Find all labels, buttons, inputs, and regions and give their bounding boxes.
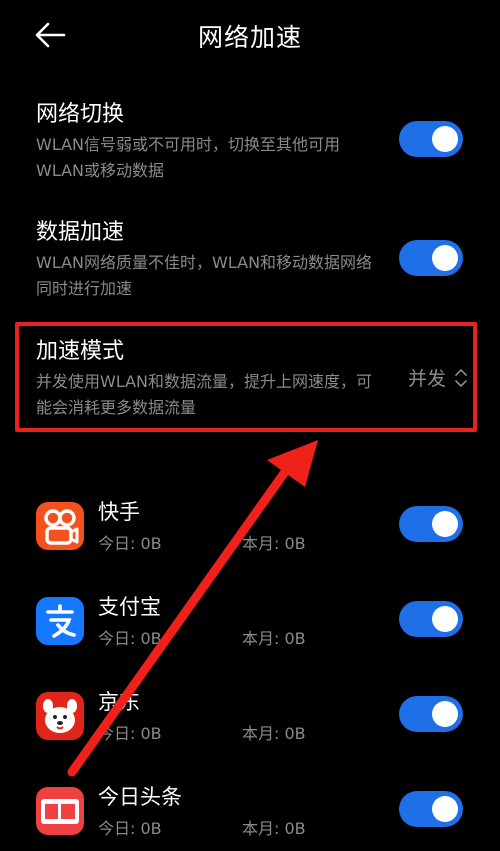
- setting-title: 网络切换: [36, 102, 125, 127]
- alipay-toggle[interactable]: [399, 601, 463, 637]
- network-switch-toggle[interactable]: [399, 121, 463, 157]
- acceleration-mode-selector[interactable]: 并发: [408, 364, 468, 391]
- app-name: 京东: [98, 690, 140, 714]
- app-month-usage: 本月: 0B: [242, 724, 306, 743]
- app-today-usage: 今日: 0B: [98, 534, 162, 553]
- app-name: 支付宝: [98, 595, 161, 619]
- toutiao-toggle[interactable]: [399, 791, 463, 827]
- setting-description: 并发使用WLAN和数据流量，提升上网速度，可能会消耗更多数据流量: [36, 372, 373, 417]
- setting-title: 数据加速: [36, 220, 125, 245]
- toggle-knob: [432, 701, 458, 727]
- app-name: 今日头条: [98, 785, 182, 809]
- toutiao-icon: [36, 787, 84, 835]
- app-name: 快手: [98, 500, 140, 524]
- toggle-knob: [432, 511, 458, 537]
- header: 网络加速: [0, 0, 500, 70]
- app-month-usage: 本月: 0B: [242, 629, 306, 648]
- app-month-usage: 本月: 0B: [242, 534, 306, 553]
- toggle-knob: [432, 126, 458, 152]
- kuaishou-icon: [36, 502, 84, 550]
- app-today-usage: 今日: 0B: [98, 629, 162, 648]
- chevron-updown-icon: [455, 368, 467, 387]
- acceleration-mode-setting[interactable]: 加速模式 并发使用WLAN和数据流量，提升上网速度，可能会消耗更多数据流量: [36, 337, 466, 421]
- page-title: 网络加速: [197, 23, 302, 52]
- toggle-knob: [432, 606, 458, 632]
- toggle-knob: [432, 245, 458, 271]
- setting-title: 加速模式: [36, 339, 125, 364]
- app-today-usage: 今日: 0B: [98, 819, 162, 838]
- data-acceleration-toggle[interactable]: [399, 240, 463, 276]
- arrow-head: [267, 440, 318, 487]
- app-today-usage: 今日: 0B: [98, 724, 162, 743]
- jd-toggle[interactable]: [399, 696, 463, 732]
- alipay-icon: [36, 597, 84, 645]
- kuaishou-toggle[interactable]: [399, 506, 463, 542]
- acceleration-mode-value: 并发: [407, 368, 446, 390]
- setting-description: WLAN网络质量不佳时，WLAN和移动数据网络同时进行加速: [36, 253, 373, 298]
- app-month-usage: 本月: 0B: [242, 819, 306, 838]
- jd-icon: [36, 692, 84, 740]
- toggle-knob: [432, 796, 458, 822]
- setting-description: WLAN信号弱或不可用时，切换至其他可用WLAN或移动数据: [36, 135, 341, 180]
